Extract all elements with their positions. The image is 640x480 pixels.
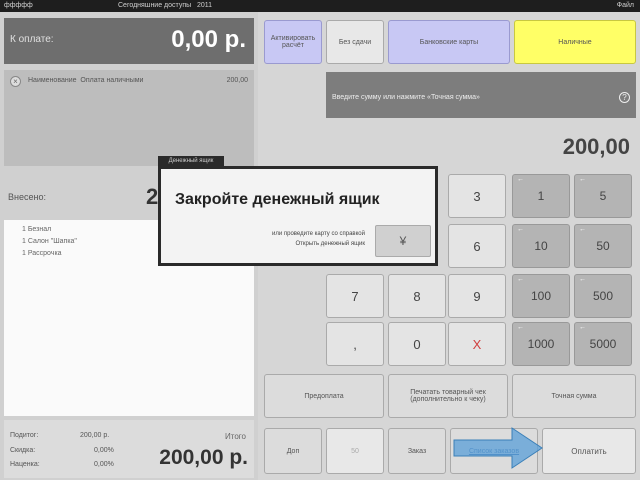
info-bar: Введите сумму или нажмите «Точная сумма»… [326,72,636,118]
payment-amount: 0,00 р. [171,26,246,53]
discount-value: 0,00% [94,447,114,454]
print-check-button[interactable]: Печатать товарный чек (дополнительно к ч… [388,374,508,418]
list-item[interactable]: 1 Салон "Шапка" [22,238,77,245]
key-0[interactable]: 0 [388,322,446,366]
extra-button[interactable]: Доп [264,428,322,474]
pay-button[interactable]: Оплатить [542,428,636,474]
key-add-500-label: 500 [592,289,614,303]
key-add-50[interactable]: ← 50 [574,224,632,268]
arrow-left-icon: ← [517,324,524,331]
key-9[interactable]: 9 [448,274,506,318]
key-add-10[interactable]: ← 10 [512,224,570,268]
total-value: 200,00 р. [159,446,248,469]
key-add-50-label: 50 [596,239,610,253]
key-clear[interactable]: X [448,322,506,366]
dialog-hint: или проведите карту со справкой [272,231,365,237]
no-change-button[interactable]: Без сдачи [326,20,384,64]
dialog-open-drawer-text: Открыть денежный ящик [295,241,365,247]
key-add-100[interactable]: ← 100 [512,274,570,318]
topbar-menu[interactable]: Файл [617,0,634,12]
arrow-left-icon: ← [579,276,586,283]
arrow-left-icon: ← [517,176,524,183]
modal-tab: Денежный ящик [158,156,224,166]
key-add-500[interactable]: ← 500 [574,274,632,318]
key-7[interactable]: 7 [326,274,384,318]
activate-calc-button[interactable]: Активировать расчёт [264,20,322,64]
info-text: Введите сумму или нажмите «Точная сумма» [332,94,480,101]
arrow-left-icon: ← [517,276,524,283]
key-add-1[interactable]: ← 1 [512,174,570,218]
list-item[interactable]: 1 Рассрочка [22,250,62,257]
list-item[interactable]: 1 Безнал [22,226,51,233]
topbar-center-text: Сегодняшние доступы 2011 [118,2,213,9]
subtotal-value: 200,00 р. [80,432,110,439]
total-label: Итого [225,432,246,441]
cash-button[interactable]: Наличные [514,20,636,64]
key-add-10-label: 10 [534,239,548,253]
key-comma[interactable]: , [326,322,384,366]
topbar-left-text: ффффф [4,2,33,9]
fifty-button[interactable]: 50 [326,428,384,474]
totals-panel: Подитог: 200,00 р. Скидка: 0,00% Наценка… [4,420,254,478]
key-add-5[interactable]: ← 5 [574,174,632,218]
key-add-1000[interactable]: ← 1000 [512,322,570,366]
key-add-5000[interactable]: ← 5000 [574,322,632,366]
key-3[interactable]: 3 [448,174,506,218]
subtotal-label: Подитог: [10,432,39,439]
arrow-left-icon: ← [579,324,586,331]
dialog-ok-button[interactable]: ¥ [375,225,431,257]
arrow-left-icon: ← [579,176,586,183]
payment-label: К оплате: [10,34,54,45]
cash-drawer-dialog: Закройте денежный ящик или проведите кар… [158,166,438,266]
order-list: × Наименование Оплата наличными 200,00 [4,70,254,166]
prepayment-button[interactable]: Предоплата [264,374,384,418]
top-status-bar: ффффф Сегодняшние доступы 2011 Файл [0,0,640,12]
discount-label: Скидка: [10,447,36,454]
help-icon[interactable]: ? [619,92,630,103]
key-add-100-label: 100 [530,289,552,303]
order-row[interactable]: × Наименование Оплата наличными 200,00 [4,76,254,90]
received-label: Внесено: [8,192,46,202]
order-item-price: 200,00 [226,77,248,84]
bank-cards-button[interactable]: Банковские карты [388,20,510,64]
key-8[interactable]: 8 [388,274,446,318]
markup-value: 0,00% [94,461,114,468]
key-add-5000-label: 5000 [589,337,617,351]
markup-label: Наценка: [10,461,40,468]
payment-header: К оплате: 0,00 р. [4,18,254,64]
exact-amount-button[interactable]: Точная сумма [512,374,636,418]
dialog-title: Закройте денежный ящик [175,191,380,208]
order-item-name: Наименование Оплата наличными [28,77,144,84]
key-add-1-label: 1 [537,189,545,203]
close-icon[interactable]: × [10,76,21,87]
key-6[interactable]: 6 [448,224,506,268]
key-add-1000-label: 1000 [527,337,555,351]
amount-value: 200,00 [562,134,630,159]
key-add-5-label: 5 [599,189,607,203]
order-button[interactable]: Заказ [388,428,446,474]
arrow-left-icon: ← [517,226,524,233]
arrow-right-icon [453,427,543,469]
arrow-left-icon: ← [579,226,586,233]
amount-display: 200,00 [326,126,636,166]
